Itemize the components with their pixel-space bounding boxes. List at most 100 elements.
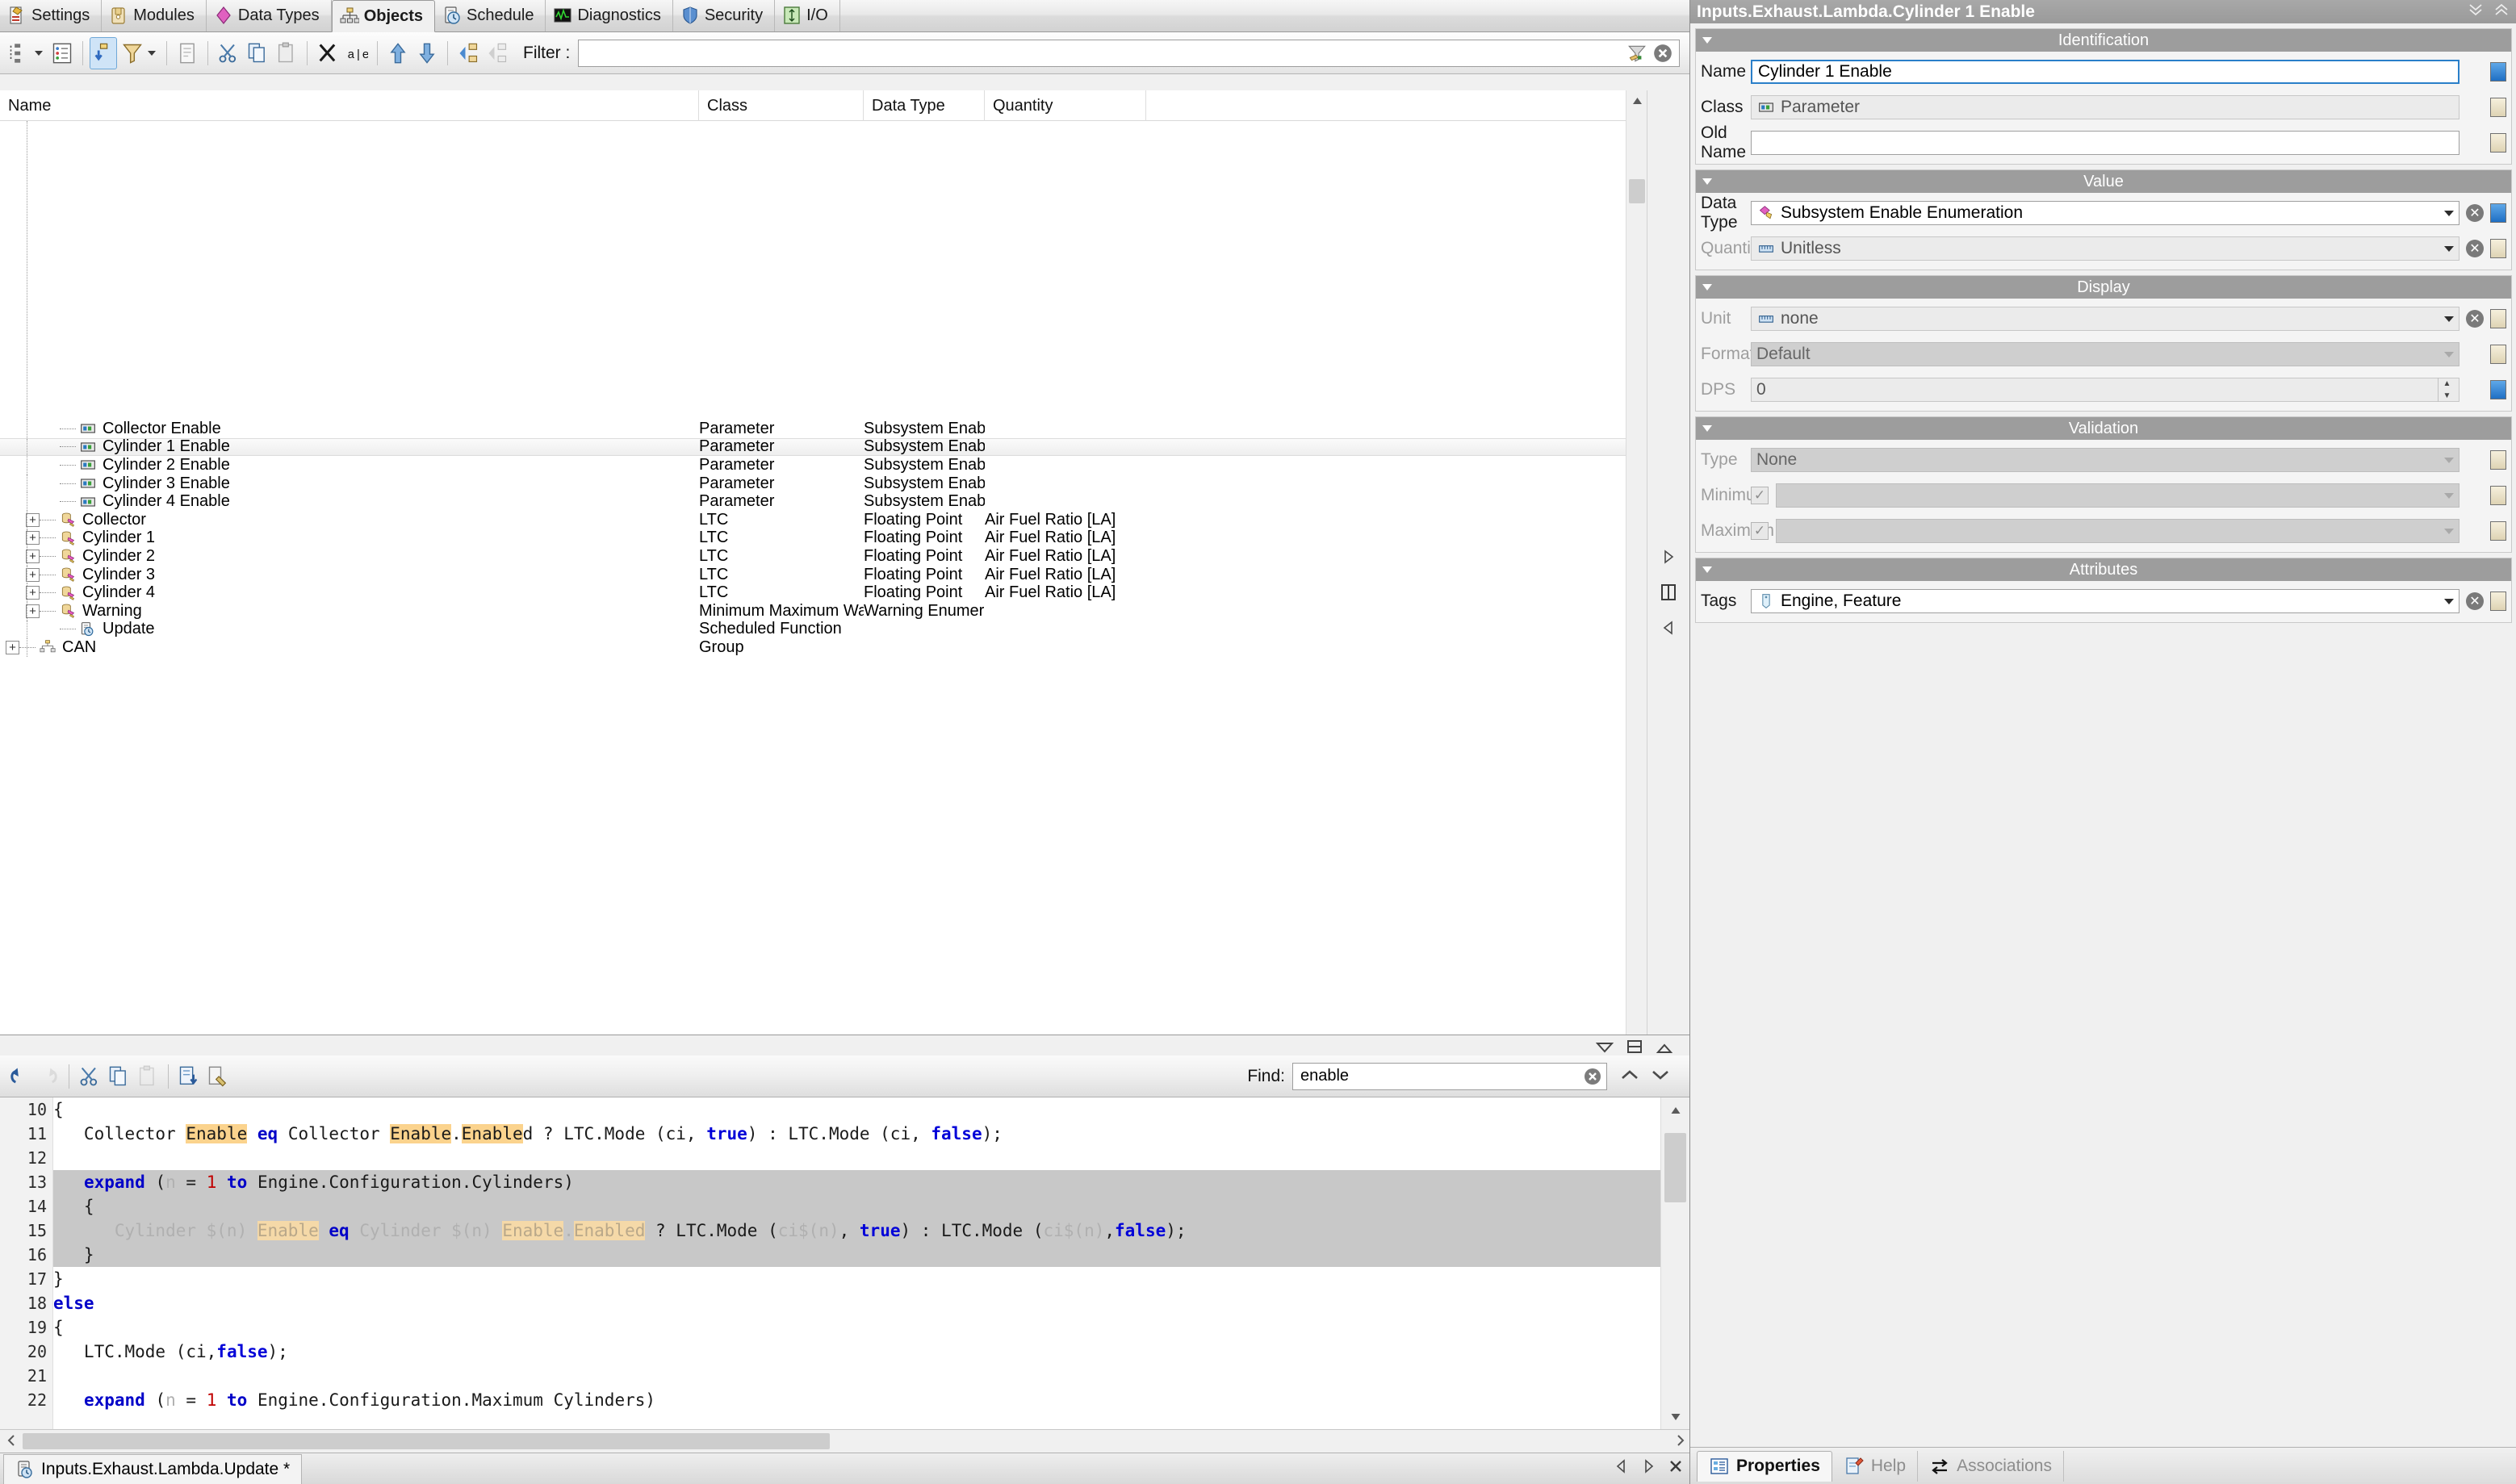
column-header-class[interactable]: Class xyxy=(699,90,864,121)
tags-field[interactable]: Engine, Feature xyxy=(1751,589,2459,613)
cut-button[interactable] xyxy=(215,37,242,69)
document-tab[interactable]: Inputs.Exhaust.Lambda.Update * xyxy=(3,1453,303,1484)
copy-button[interactable] xyxy=(244,37,271,69)
chevron-down-icon[interactable] xyxy=(1702,284,1712,291)
table-row[interactable]: Collector Enable Parameter Subsystem Enabl… xyxy=(0,420,1647,438)
dps-state-swatch[interactable] xyxy=(2490,380,2506,399)
dps-field[interactable]: 0 ▲ ▼ xyxy=(1751,378,2459,402)
tree-expander[interactable]: + xyxy=(26,604,40,618)
expand-right-icon[interactable] xyxy=(1662,550,1675,569)
panel-splitter-controls[interactable] xyxy=(1647,90,1689,1099)
tree-expander[interactable]: + xyxy=(6,640,19,654)
format-field[interactable]: Default xyxy=(1751,342,2459,366)
undo-button[interactable] xyxy=(6,1060,33,1093)
copy-button[interactable] xyxy=(105,1060,132,1093)
code-line[interactable]: LTC.Mode (ci,false); xyxy=(53,1340,1660,1364)
type-state-swatch[interactable] xyxy=(2490,450,2506,470)
hscroll-right-arrow[interactable] xyxy=(1677,1432,1685,1451)
table-row[interactable]: Cylinder 4 Enable Parameter Subsystem Enab… xyxy=(0,492,1647,511)
tree-scroll-thumb[interactable] xyxy=(1629,179,1645,203)
clear-circle-icon[interactable]: ✕ xyxy=(2466,204,2484,222)
code-line[interactable] xyxy=(53,1364,1660,1388)
table-row[interactable]: Cylinder 3 Enable Parameter Subsystem Enab… xyxy=(0,474,1647,493)
class-field[interactable]: Parameter xyxy=(1751,95,2459,119)
code-vertical-scrollbar[interactable] xyxy=(1660,1097,1689,1429)
group-header[interactable]: Display xyxy=(1696,276,2511,299)
tree-view-button[interactable] xyxy=(6,37,33,69)
old-name-field[interactable] xyxy=(1751,131,2459,155)
format-state-swatch[interactable] xyxy=(2490,345,2506,364)
tree-expander[interactable]: + xyxy=(26,567,40,582)
redo-button[interactable] xyxy=(35,1060,62,1093)
column-header-data-type[interactable]: Data Type xyxy=(864,90,985,121)
chevrons-up-icon[interactable] xyxy=(2493,2,2510,22)
split-panel-icon[interactable] xyxy=(1660,583,1677,606)
clear-circle-icon[interactable]: ✕ xyxy=(2466,240,2484,257)
sync-selection-button[interactable] xyxy=(90,36,117,69)
tab-help[interactable]: Help xyxy=(1832,1450,1919,1482)
nav-prev-icon[interactable] xyxy=(1615,1459,1628,1478)
name-field[interactable] xyxy=(1751,60,2459,84)
insert-snippet-button[interactable] xyxy=(175,1060,203,1093)
code-line[interactable]: { xyxy=(53,1097,1660,1122)
group-header[interactable]: Identification xyxy=(1696,29,2511,52)
table-row[interactable]: + Cylinder 4 LTC Floating Point Air Fuel Rat… xyxy=(0,583,1647,602)
chevrons-down-icon[interactable] xyxy=(2468,2,2484,22)
chevron-down-icon[interactable] xyxy=(1702,425,1712,432)
properties-button[interactable] xyxy=(174,37,201,69)
chevron-down-icon[interactable] xyxy=(2444,457,2454,463)
chevron-down-icon[interactable] xyxy=(2444,316,2454,322)
table-row[interactable]: Cylinder 2 Enable Parameter Subsystem Enab… xyxy=(0,456,1647,474)
funnel-apply-icon[interactable] xyxy=(1626,43,1648,64)
chevron-down-icon[interactable] xyxy=(2444,245,2454,252)
code-line[interactable]: else xyxy=(53,1291,1660,1315)
table-row[interactable]: + Collector LTC Floating Point Air Fuel Rati… xyxy=(0,511,1647,529)
chevron-down-icon[interactable] xyxy=(1651,1067,1670,1086)
table-row[interactable]: + Cylinder 3 LTC Floating Point Air Fuel Rat… xyxy=(0,566,1647,584)
tab-data-types[interactable]: Data Types xyxy=(207,0,332,31)
chevron-down-icon[interactable] xyxy=(2444,351,2454,357)
chevron-down-icon[interactable] xyxy=(2444,210,2454,216)
code-line[interactable]: Collector Enable eq Collector Enable.Ena… xyxy=(53,1122,1660,1146)
group-header[interactable]: Attributes xyxy=(1696,558,2511,581)
paste-button[interactable] xyxy=(134,1060,161,1093)
clear-circle-icon[interactable] xyxy=(1652,43,1674,64)
rename-button[interactable]: a|e xyxy=(343,37,370,69)
tab-properties[interactable]: Properties xyxy=(1697,1450,1832,1482)
chevron-down-icon[interactable] xyxy=(1702,37,1712,44)
column-header-name[interactable]: Name xyxy=(0,90,699,121)
name-input[interactable] xyxy=(1756,61,2455,82)
table-row[interactable]: Update Scheduled Function xyxy=(0,620,1647,639)
data-type-field[interactable]: Subsystem Enable Enumeration xyxy=(1751,201,2459,225)
code-line[interactable]: } xyxy=(53,1267,1660,1291)
code-scroll-thumb[interactable] xyxy=(1664,1133,1686,1202)
code-line[interactable]: Cylinder $(n) Enable eq Cylinder $(n) En… xyxy=(53,1219,1660,1243)
code-line[interactable] xyxy=(53,1146,1660,1170)
column-header-quantity[interactable]: Quantity xyxy=(985,90,1146,121)
chevron-down-icon[interactable] xyxy=(148,50,156,56)
nav-next-icon[interactable] xyxy=(1642,1459,1655,1478)
name-state-swatch[interactable] xyxy=(2490,62,2506,82)
group-header[interactable]: Validation xyxy=(1696,417,2511,440)
minimum-state-swatch[interactable] xyxy=(2490,486,2506,505)
code-line[interactable]: { xyxy=(53,1315,1660,1340)
filter-button[interactable] xyxy=(119,37,146,69)
code-scroll-down-arrow[interactable] xyxy=(1661,1404,1689,1429)
tree-expander[interactable]: + xyxy=(26,512,40,527)
unit-state-swatch[interactable] xyxy=(2490,309,2506,328)
clear-circle-icon[interactable]: ✕ xyxy=(2466,310,2484,328)
chevron-down-icon[interactable] xyxy=(2444,528,2454,534)
clear-circle-icon[interactable] xyxy=(1582,1067,1603,1086)
table-row[interactable]: + Cylinder 2 LTC Floating Point Air Fuel Rat… xyxy=(0,547,1647,566)
tags-state-swatch[interactable] xyxy=(2490,592,2506,611)
group-header[interactable]: Value xyxy=(1696,170,2511,193)
move-down-button[interactable] xyxy=(413,37,441,69)
maximum-state-swatch[interactable] xyxy=(2490,521,2506,541)
chevron-up-icon[interactable] xyxy=(1620,1067,1639,1086)
expand-all-button[interactable] xyxy=(454,37,482,69)
maximum-checkbox[interactable]: ✓ xyxy=(1751,522,1769,540)
tree-vertical-scrollbar[interactable] xyxy=(1626,90,1647,1099)
tab-schedule[interactable]: Schedule xyxy=(435,0,546,31)
chevron-down-icon[interactable] xyxy=(2444,492,2454,499)
table-row[interactable]: + Cylinder 1 LTC Floating Point Air Fuel Rat… xyxy=(0,529,1647,548)
